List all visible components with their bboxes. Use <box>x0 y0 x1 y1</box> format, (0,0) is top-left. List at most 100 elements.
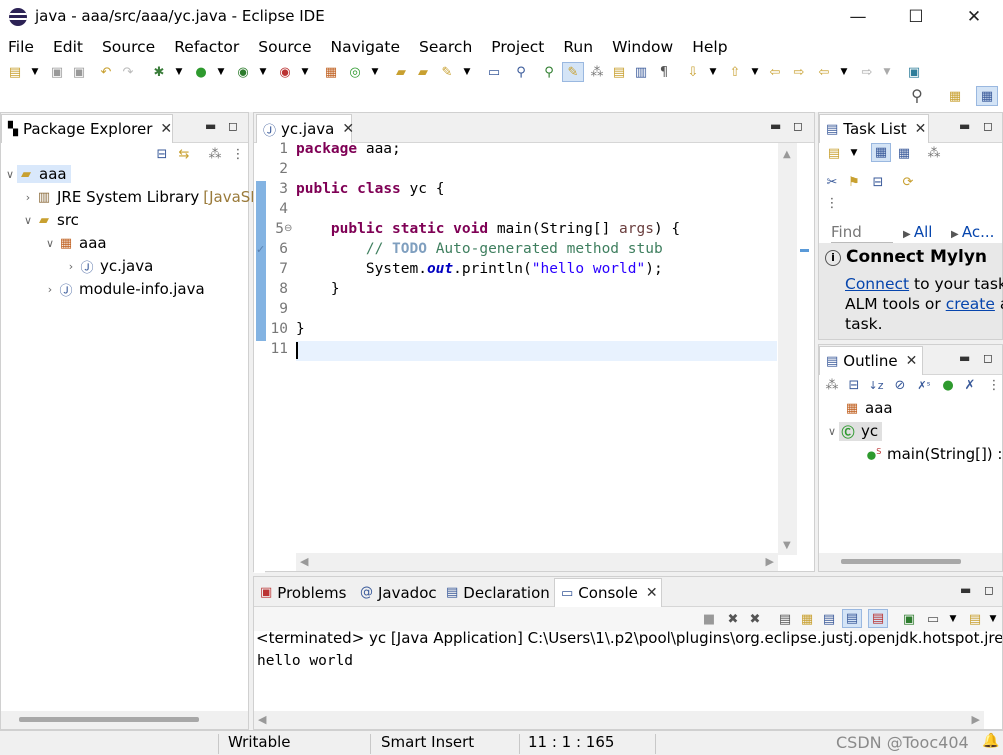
chevron-right-icon[interactable]: › <box>43 283 57 296</box>
maximize-view-icon[interactable]: ◻ <box>228 119 238 133</box>
tab-problems[interactable]: ▣ Problems <box>254 578 346 607</box>
tab-console[interactable]: ▭ Console ✕ <box>554 578 662 607</box>
scroll-down-icon[interactable]: ▼ <box>783 540 791 551</box>
filters-icon[interactable]: ⁂ <box>823 377 841 393</box>
menu-project[interactable]: Project <box>491 38 544 56</box>
close-button[interactable]: ✕ <box>945 0 1003 34</box>
search-icon[interactable]: ⚲ <box>908 88 926 104</box>
scroll-right-icon[interactable]: ▶ <box>972 713 980 726</box>
menu-source-2[interactable]: Source <box>258 38 311 56</box>
view-menu-icon[interactable]: ⋮ <box>229 146 247 162</box>
chevron-down-icon[interactable]: ▼ <box>254 64 272 80</box>
open-task-icon[interactable]: ▰ <box>414 64 432 80</box>
save-icon[interactable]: ▣ <box>48 64 66 80</box>
tab-package-explorer[interactable]: ▚ Package Explorer ✕ <box>1 114 173 143</box>
chevron-down-icon[interactable]: ▼ <box>746 64 764 80</box>
chevron-down-icon[interactable]: ▼ <box>296 64 314 80</box>
tab-javadoc[interactable]: @ Javadoc <box>354 578 437 607</box>
menu-edit[interactable]: Edit <box>53 38 83 56</box>
scrollbar-thumb[interactable] <box>841 559 961 564</box>
menu-navigate[interactable]: Navigate <box>331 38 401 56</box>
terminate-icon[interactable]: ■ <box>700 611 718 627</box>
minimize-button[interactable]: — <box>829 0 887 34</box>
open-type-icon[interactable]: ▰ <box>392 64 410 80</box>
focus-icon[interactable]: ⚑ <box>845 174 863 190</box>
scroll-left-icon[interactable]: ◀ <box>300 555 308 568</box>
synchronize-changed-icon[interactable]: ⟳ <box>899 174 917 190</box>
new-wizard-icon[interactable]: ▤ <box>6 64 24 80</box>
search-tool-icon[interactable]: ✎ <box>438 64 456 80</box>
synchronize-icon[interactable]: ✂ <box>823 174 841 190</box>
pin-editor-icon[interactable]: ▣ <box>905 64 923 80</box>
last-edit-icon[interactable]: ⇦ <box>766 64 784 80</box>
clear-console-icon[interactable]: ▤ <box>776 611 794 627</box>
show-on-stdout-icon[interactable]: ▤ <box>842 609 862 628</box>
show-on-stderr-icon[interactable]: ▤ <box>868 609 888 628</box>
show-whitespace-icon[interactable]: ▥ <box>632 64 650 80</box>
redo-icon[interactable]: ↷ <box>119 64 137 80</box>
scheduled-icon[interactable]: ▦ <box>895 145 913 161</box>
back-icon[interactable]: ⇦ <box>815 64 833 80</box>
menu-file[interactable]: File <box>8 38 34 56</box>
scroll-lock-icon[interactable]: ▦ <box>798 611 816 627</box>
new-package-icon[interactable]: ▦ <box>322 64 340 80</box>
chevron-down-icon[interactable]: ∨ <box>43 237 57 250</box>
horizontal-scrollbar[interactable]: ◀ ▶ <box>254 711 984 729</box>
forward-icon[interactable]: ⇨ <box>858 64 876 80</box>
toggle-highlight-icon[interactable]: ✎ <box>562 62 584 82</box>
maximize-button[interactable]: ☐ <box>887 0 945 34</box>
word-wrap-icon[interactable]: ▤ <box>610 64 628 80</box>
hide-non-public-icon[interactable]: ● <box>939 377 957 393</box>
forward-edit-icon[interactable]: ⇨ <box>790 64 808 80</box>
chevron-down-icon[interactable]: ∨ <box>3 168 17 181</box>
chevron-down-icon[interactable]: ▼ <box>845 145 863 161</box>
tree-item-package-aaa[interactable]: ∨ ▦ aaa <box>43 232 107 254</box>
open-perspective-icon[interactable]: ▦ <box>946 88 964 104</box>
maximize-view-icon[interactable]: ◻ <box>793 119 803 133</box>
tree-item-jre[interactable]: › ▥ JRE System Library [JavaSE <box>21 186 260 208</box>
minimize-view-icon[interactable]: ▬ <box>770 119 781 133</box>
pin-console-icon[interactable]: ▣ <box>900 611 918 627</box>
chevron-down-icon[interactable]: ▼ <box>212 64 230 80</box>
outline-item-method[interactable]: ●S main(String[]) : v <box>865 443 1003 465</box>
mark-occurrences-icon[interactable]: ⚲ <box>540 64 558 80</box>
outline-item-package[interactable]: ▦ aaa <box>843 397 893 419</box>
chevron-down-icon[interactable]: ▼ <box>984 611 1002 627</box>
scroll-right-icon[interactable]: ▶ <box>766 555 774 568</box>
tab-declaration[interactable]: ▤ Declaration <box>440 578 550 607</box>
chevron-down-icon[interactable]: ▼ <box>366 64 384 80</box>
tree-item-src[interactable]: ∨ ▰ src <box>21 209 79 231</box>
code-line-6[interactable]: // TODO Auto-generated method stub <box>296 241 663 257</box>
code-line-8[interactable]: } <box>296 281 340 297</box>
code-line-5[interactable]: public static void main(String[] args) { <box>296 221 680 237</box>
maximize-view-icon[interactable]: ◻ <box>983 351 993 365</box>
open-console-icon[interactable]: ▤ <box>966 611 984 627</box>
maximize-view-icon[interactable]: ◻ <box>984 583 994 597</box>
collapse-all-icon[interactable]: ⊟ <box>869 174 887 190</box>
chevron-down-icon[interactable]: ▼ <box>944 611 962 627</box>
scroll-up-icon[interactable]: ▲ <box>783 149 791 160</box>
horizontal-scrollbar[interactable] <box>1 711 248 729</box>
minimize-view-icon[interactable]: ▬ <box>959 351 970 365</box>
close-icon[interactable]: ✕ <box>160 121 172 137</box>
next-annotation-icon[interactable]: ⇩ <box>684 64 702 80</box>
sort-icon[interactable]: ↓z <box>867 377 885 393</box>
console-output-area[interactable]: hello world <box>254 650 1002 712</box>
collapse-all-icon[interactable]: ⊟ <box>845 377 863 393</box>
remove-launch-icon[interactable]: ✖ <box>724 611 742 627</box>
minimize-view-icon[interactable]: ▬ <box>960 583 971 597</box>
external-tools-icon[interactable]: ◉ <box>276 64 294 80</box>
debug-icon[interactable]: ✱ <box>150 64 168 80</box>
tab-task-list[interactable]: ▤ Task List ✕ <box>819 114 929 143</box>
code-line-3[interactable]: public class yc { <box>296 181 444 197</box>
close-icon[interactable]: ✕ <box>906 353 918 369</box>
filter-all-link[interactable]: ▶ All <box>903 223 932 241</box>
chevron-right-icon[interactable]: › <box>64 260 78 273</box>
chevron-down-icon[interactable]: ▼ <box>26 64 44 80</box>
code-line-1[interactable]: package aaa; <box>296 141 401 157</box>
close-icon[interactable]: ✕ <box>915 121 927 137</box>
menu-search[interactable]: Search <box>419 38 472 56</box>
mylyn-create-link[interactable]: create <box>946 295 995 313</box>
minimize-view-icon[interactable]: ▬ <box>959 119 970 133</box>
chevron-down-icon[interactable]: ▼ <box>170 64 188 80</box>
